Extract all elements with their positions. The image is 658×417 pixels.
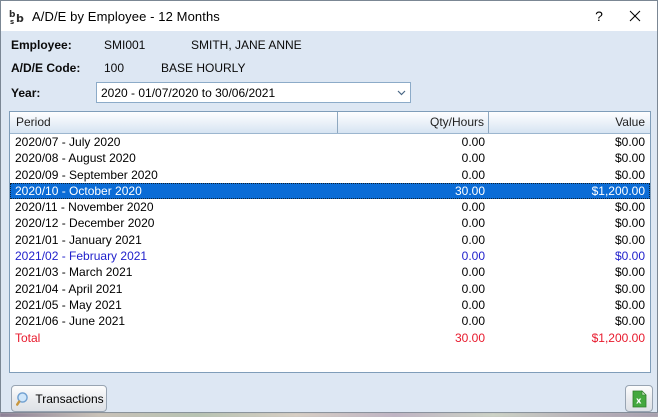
cell-value: $1,200.00: [489, 330, 650, 346]
ade-code-description: BASE HOURLY: [161, 61, 245, 75]
cell-period: 2021/01 - January 2021: [10, 232, 338, 248]
window-title: A/D/E by Employee - 12 Months: [32, 9, 220, 24]
table-row[interactable]: 2021/04 - April 20210.00$0.00: [10, 281, 650, 297]
cell-qty: 30.00: [338, 330, 489, 346]
cell-period: 2021/05 - May 2021: [10, 297, 338, 313]
cell-qty: 0.00: [338, 150, 489, 166]
cell-period: 2021/04 - April 2021: [10, 281, 338, 297]
column-header-period[interactable]: Period: [10, 112, 338, 133]
cell-value: $0.00: [489, 297, 650, 313]
excel-icon: x: [632, 390, 647, 408]
cell-value: $0.00: [489, 167, 650, 183]
dialog-window: b s b A/D/E by Employee - 12 Months ? Em…: [0, 0, 658, 413]
table-row[interactable]: 2020/07 - July 20200.00$0.00: [10, 134, 650, 150]
app-logo-icon: b s b: [9, 8, 26, 25]
cell-period: 2020/11 - November 2020: [10, 199, 338, 215]
cell-qty: 0.00: [338, 134, 489, 150]
cell-value: $0.00: [489, 199, 650, 215]
cell-period: 2020/07 - July 2020: [10, 134, 338, 150]
cell-qty: 0.00: [338, 248, 489, 264]
cell-period: 2021/06 - June 2021: [10, 313, 338, 329]
cell-period: 2021/02 - February 2021: [10, 248, 338, 264]
column-header-value[interactable]: Value: [489, 112, 650, 133]
cell-period: 2020/10 - October 2020: [10, 183, 338, 199]
cell-qty: 0.00: [338, 313, 489, 329]
cell-qty: 0.00: [338, 264, 489, 280]
close-icon: [629, 10, 641, 22]
cell-value: $0.00: [489, 134, 650, 150]
cell-value: $0.00: [489, 232, 650, 248]
periods-table: Period Qty/Hours Value 2020/07 - July 20…: [9, 111, 651, 373]
table-row[interactable]: 2020/08 - August 20200.00$0.00: [10, 150, 650, 166]
transactions-button-label: Transactions: [35, 392, 103, 406]
screenshot-stage: b s b A/D/E by Employee - 12 Months ? Em…: [0, 0, 658, 417]
cell-value: $0.00: [489, 150, 650, 166]
cell-period: 2021/03 - March 2021: [10, 264, 338, 280]
cell-period: 2020/12 - December 2020: [10, 215, 338, 231]
year-label: Year:: [11, 86, 40, 100]
help-button[interactable]: ?: [581, 1, 617, 31]
cell-qty: 30.00: [338, 183, 489, 199]
table-header: Period Qty/Hours Value: [10, 112, 650, 134]
excel-export-button[interactable]: x: [625, 385, 653, 412]
cell-qty: 0.00: [338, 167, 489, 183]
year-selected-value: 2020 - 01/07/2020 to 30/06/2021: [101, 86, 392, 100]
table-body: 2020/07 - July 20200.00$0.002020/08 - Au…: [10, 134, 650, 346]
table-row[interactable]: 2020/11 - November 20200.00$0.00: [10, 199, 650, 215]
cell-qty: 0.00: [338, 215, 489, 231]
chevron-down-icon: [392, 90, 410, 96]
employee-code: SMI001: [104, 38, 145, 52]
table-row[interactable]: 2020/10 - October 202030.00$1,200.00: [10, 183, 650, 199]
table-total-row: Total30.00$1,200.00: [10, 330, 650, 346]
cell-period: 2020/09 - September 2020: [10, 167, 338, 183]
employee-name: SMITH, JANE ANNE: [191, 38, 302, 52]
ade-code-value: 100: [104, 61, 124, 75]
transactions-button[interactable]: Transactions: [11, 385, 107, 412]
employee-label: Employee:: [11, 38, 72, 52]
cell-value: $0.00: [489, 313, 650, 329]
table-row[interactable]: 2021/05 - May 20210.00$0.00: [10, 297, 650, 313]
year-select[interactable]: 2020 - 01/07/2020 to 30/06/2021: [96, 82, 411, 103]
table-row[interactable]: 2020/12 - December 20200.00$0.00: [10, 215, 650, 231]
ade-code-label: A/D/E Code:: [11, 61, 80, 75]
table-row[interactable]: 2021/02 - February 20210.00$0.00: [10, 248, 650, 264]
cell-qty: 0.00: [338, 232, 489, 248]
table-row[interactable]: 2020/09 - September 20200.00$0.00: [10, 167, 650, 183]
cell-period: 2020/08 - August 2020: [10, 150, 338, 166]
cell-value: $1,200.00: [489, 183, 650, 199]
cell-value: $0.00: [489, 248, 650, 264]
table-row[interactable]: 2021/01 - January 20210.00$0.00: [10, 232, 650, 248]
column-header-qty-hours[interactable]: Qty/Hours: [338, 112, 489, 133]
cell-qty: 0.00: [338, 199, 489, 215]
table-row[interactable]: 2021/03 - March 20210.00$0.00: [10, 264, 650, 280]
desktop-background-sliver: [0, 413, 658, 417]
cell-qty: 0.00: [338, 297, 489, 313]
magnifier-icon: [14, 391, 30, 407]
title-bar: b s b A/D/E by Employee - 12 Months ?: [1, 1, 657, 31]
svg-text:s: s: [10, 18, 14, 25]
cell-value: $0.00: [489, 281, 650, 297]
svg-text:b: b: [16, 12, 24, 25]
table-row[interactable]: 2021/06 - June 20210.00$0.00: [10, 313, 650, 329]
close-button[interactable]: [615, 1, 655, 31]
cell-value: $0.00: [489, 215, 650, 231]
cell-period: Total: [10, 330, 338, 346]
cell-value: $0.00: [489, 264, 650, 280]
svg-text:x: x: [636, 396, 642, 406]
cell-qty: 0.00: [338, 281, 489, 297]
